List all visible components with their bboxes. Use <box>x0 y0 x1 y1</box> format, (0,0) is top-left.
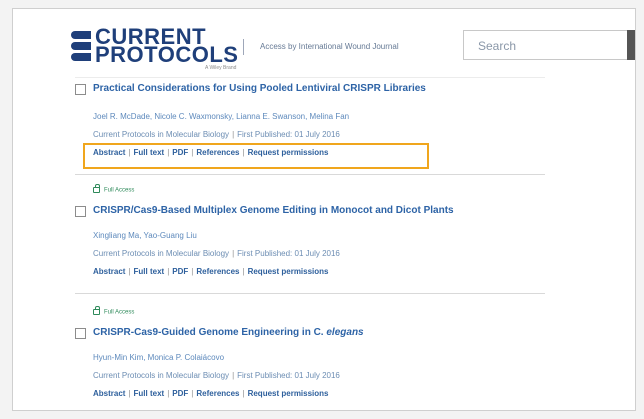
logo-text-line2: PROTOCOLS <box>95 42 239 67</box>
pdf-link[interactable]: PDF <box>172 389 188 398</box>
logo-mark-icon <box>71 31 91 61</box>
pdf-link[interactable]: PDF <box>172 267 188 276</box>
divider <box>75 77 545 78</box>
select-checkbox[interactable] <box>75 328 86 339</box>
references-link[interactable]: References <box>196 267 239 276</box>
article-authors[interactable]: Hyun-Min Kim, Monica P. Colaiácovo <box>93 353 224 362</box>
article-authors[interactable]: Xingliang Ma, Yao-Guang Liu <box>93 231 197 240</box>
journal-name[interactable]: Current Protocols in Molecular Biology <box>93 249 229 258</box>
journal-name[interactable]: Current Protocols in Molecular Biology <box>93 130 229 139</box>
search-input[interactable]: Search <box>463 30 635 60</box>
divider <box>75 293 545 294</box>
full-access-badge: Full Access <box>93 184 134 194</box>
article-title-link[interactable]: CRISPR/Cas9-Based Multiplex Genome Editi… <box>93 205 454 216</box>
abstract-link[interactable]: Abstract <box>93 389 125 398</box>
current-protocols-logo[interactable]: CURRENT PROTOCOLS A Wiley Brand <box>71 26 241 71</box>
article-authors[interactable]: Joel R. McDade, Nicole C. Waxmonsky, Lia… <box>93 112 349 121</box>
article-meta: Current Protocols in Molecular Biology | F… <box>93 249 340 258</box>
published-date: First Published: 01 July 2016 <box>237 130 340 139</box>
references-link[interactable]: References <box>196 389 239 398</box>
article-title-link[interactable]: Practical Considerations for Using Poole… <box>93 83 426 94</box>
abstract-link[interactable]: Abstract <box>93 267 125 276</box>
divider <box>75 174 545 175</box>
request-permissions-link[interactable]: Request permissions <box>248 267 329 276</box>
journal-name[interactable]: Current Protocols in Molecular Biology <box>93 371 229 380</box>
page-frame: CURRENT PROTOCOLS A Wiley Brand Access b… <box>12 8 636 411</box>
published-date: First Published: 01 July 2016 <box>237 249 340 258</box>
article-title-link[interactable]: CRISPR-Cas9-Guided Genome Engineering in… <box>93 327 364 338</box>
full-access-badge: Full Access <box>93 306 134 316</box>
unlock-icon <box>93 306 100 315</box>
logo-tagline: A Wiley Brand <box>205 65 237 71</box>
full-text-link[interactable]: Full text <box>134 389 165 398</box>
article-meta: Current Protocols in Molecular Biology | F… <box>93 371 340 380</box>
published-date: First Published: 01 July 2016 <box>237 371 340 380</box>
access-by-text: Access by International Wound Journal <box>260 42 399 51</box>
select-checkbox[interactable] <box>75 84 86 95</box>
request-permissions-link[interactable]: Request permissions <box>248 389 329 398</box>
search-placeholder: Search <box>478 39 517 53</box>
header-divider <box>243 39 244 55</box>
highlight-box <box>83 143 429 169</box>
article-links: Abstract | Full text | PDF | References | Reques… <box>93 389 329 398</box>
full-text-link[interactable]: Full text <box>134 267 165 276</box>
article-links: Abstract | Full text | PDF | References | Reques… <box>93 267 329 276</box>
article-meta: Current Protocols in Molecular Biology | F… <box>93 130 340 139</box>
search-button[interactable] <box>627 30 635 60</box>
unlock-icon <box>93 184 100 193</box>
site-header: CURRENT PROTOCOLS A Wiley Brand Access b… <box>13 9 635 79</box>
select-checkbox[interactable] <box>75 206 86 217</box>
